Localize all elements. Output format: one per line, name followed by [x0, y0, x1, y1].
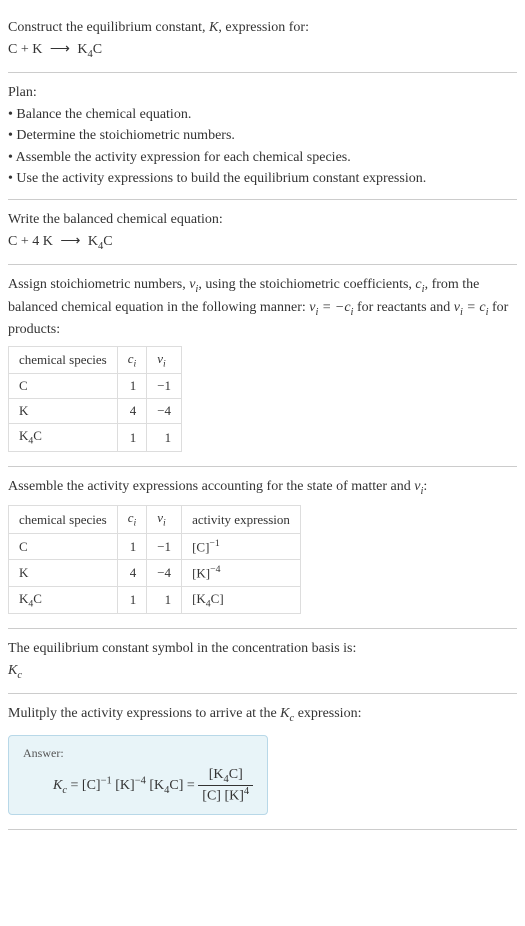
symbol-text: The equilibrium constant symbol in the c…	[8, 639, 517, 659]
cell-species: K4C	[9, 586, 118, 614]
cell-species: K	[9, 560, 118, 586]
header-ci: ci	[117, 346, 147, 374]
balanced-equation: C + 4 K ⟶ K4C	[8, 232, 517, 254]
cell-nui: 1	[147, 586, 182, 614]
plan-bullet-2: • Determine the stoichiometric numbers.	[8, 126, 517, 146]
balanced-section: Write the balanced chemical equation: C …	[8, 200, 517, 265]
balanced-title: Write the balanced chemical equation:	[8, 210, 517, 230]
stoichiometric-section: Assign stoichiometric numbers, νi, using…	[8, 265, 517, 467]
c-i-1: ci	[415, 277, 424, 292]
plan-section: Plan: • Balance the chemical equation. •…	[8, 73, 517, 200]
cell-activity: [K4C]	[182, 586, 301, 614]
cell-ci: 1	[117, 533, 147, 559]
stoich-text-4: for reactants and	[353, 300, 453, 315]
activity-table: chemical species ci νi activity expressi…	[8, 505, 301, 614]
cell-ci: 1	[117, 374, 147, 399]
table-row: K4C 1 1 [K4C]	[9, 586, 301, 614]
cell-nui: −4	[147, 560, 182, 586]
table-row: K4C 1 1	[9, 424, 182, 452]
table-header-row: chemical species ci νi	[9, 346, 182, 374]
answer-box: Answer: Kc = [C]−1 [K]−4 [K4C] = [K4C] […	[8, 735, 268, 815]
symbol-section: The equilibrium constant symbol in the c…	[8, 629, 517, 694]
stoich-table: chemical species ci νi C 1 −1 K 4 −4 K4C…	[8, 346, 182, 452]
activity-intro: Assemble the activity expressions accoun…	[8, 477, 517, 499]
cell-species: K	[9, 399, 118, 424]
activity-section: Assemble the activity expressions accoun…	[8, 467, 517, 629]
multiply-text-1: Mulitply the activity expressions to arr…	[8, 706, 280, 721]
cell-nui: −1	[147, 374, 182, 399]
cell-activity: [C]−1	[182, 533, 301, 559]
answer-label: Answer:	[23, 746, 253, 761]
question-section: Construct the equilibrium constant, K, e…	[8, 8, 517, 73]
cell-species: K4C	[9, 424, 118, 452]
answer-lhs: Kc	[53, 778, 67, 793]
prompt-text-2: , expression for:	[218, 20, 309, 35]
arrow-icon: ⟶	[50, 40, 70, 60]
header-species: chemical species	[9, 506, 118, 534]
stoich-text-2: , using the stoichiometric coefficients,	[198, 277, 415, 292]
cell-activity: [K]−4	[182, 560, 301, 586]
symbol-value: Kc	[8, 661, 517, 683]
plan-title: Plan:	[8, 83, 517, 103]
question-prompt: Construct the equilibrium constant, K, e…	[8, 18, 517, 38]
stoich-intro: Assign stoichiometric numbers, νi, using…	[8, 275, 517, 340]
cell-species: C	[9, 533, 118, 559]
activity-text-2: :	[423, 479, 427, 494]
stoich-text-1: Assign stoichiometric numbers,	[8, 277, 189, 292]
cell-nui: −4	[147, 399, 182, 424]
multiply-text-2: expression:	[294, 706, 361, 721]
table-row: K 4 −4 [K]−4	[9, 560, 301, 586]
arrow-icon: ⟶	[60, 232, 80, 252]
answer-fraction: [K4C] [C] [K]4	[198, 767, 253, 804]
table-row: C 1 −1	[9, 374, 182, 399]
unbalanced-equation: C + K ⟶ K4C	[8, 40, 517, 62]
prompt-text-1: Construct the equilibrium constant,	[8, 20, 209, 35]
cell-ci: 4	[117, 399, 147, 424]
rule-1: νi = −ci	[309, 300, 353, 315]
prompt-k: K	[209, 20, 218, 35]
header-nui: νi	[147, 346, 182, 374]
kc-symbol: Kc	[280, 706, 294, 721]
multiply-section: Mulitply the activity expressions to arr…	[8, 694, 517, 830]
plan-bullet-1: • Balance the chemical equation.	[8, 105, 517, 125]
rule-2: νi = ci	[454, 300, 489, 315]
table-row: K 4 −4	[9, 399, 182, 424]
answer-expression: Kc = [C]−1 [K]−4 [K4C] = [K4C] [C] [K]4	[23, 767, 253, 804]
header-activity: activity expression	[182, 506, 301, 534]
table-header-row: chemical species ci νi activity expressi…	[9, 506, 301, 534]
cell-nui: 1	[147, 424, 182, 452]
cell-species: C	[9, 374, 118, 399]
cell-ci: 1	[117, 424, 147, 452]
table-row: C 1 −1 [C]−1	[9, 533, 301, 559]
nu-i-1: νi	[189, 277, 198, 292]
cell-ci: 1	[117, 586, 147, 614]
activity-text-1: Assemble the activity expressions accoun…	[8, 479, 414, 494]
header-ci: ci	[117, 506, 147, 534]
header-species: chemical species	[9, 346, 118, 374]
plan-bullet-4: • Use the activity expressions to build …	[8, 169, 517, 189]
plan-bullet-3: • Assemble the activity expression for e…	[8, 148, 517, 168]
header-nui: νi	[147, 506, 182, 534]
cell-ci: 4	[117, 560, 147, 586]
frac-denominator: [C] [K]4	[198, 786, 253, 805]
cell-nui: −1	[147, 533, 182, 559]
answer-mid: = [C]−1 [K]−4 [K4C] =	[71, 778, 199, 793]
multiply-text: Mulitply the activity expressions to arr…	[8, 704, 517, 726]
frac-numerator: [K4C]	[198, 767, 253, 786]
